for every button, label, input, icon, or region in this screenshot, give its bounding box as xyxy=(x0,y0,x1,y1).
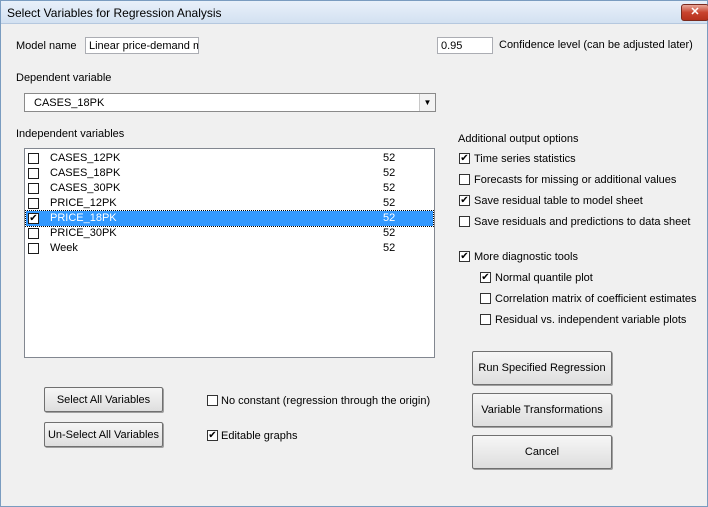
select-all-button[interactable]: Select All Variables xyxy=(44,387,163,412)
list-item[interactable]: PRICE_12PK 52 xyxy=(26,196,433,211)
residual-vs-independent-label: Residual vs. independent variable plots xyxy=(495,314,687,326)
forecasts-checkbox[interactable] xyxy=(459,174,470,185)
variable-transformations-button[interactable]: Variable Transformations xyxy=(472,393,612,427)
cancel-button[interactable]: Cancel xyxy=(472,435,612,469)
select-all-label: Select All Variables xyxy=(56,394,151,406)
time-series-checkbox[interactable]: ✔ xyxy=(459,153,470,164)
variable-name: PRICE_18PK xyxy=(50,212,117,224)
checkbox-icon[interactable] xyxy=(28,168,39,179)
confidence-level-input[interactable]: 0.95 xyxy=(437,37,493,54)
normal-quantile-checkbox[interactable]: ✔ xyxy=(480,272,491,283)
checkbox-icon[interactable] xyxy=(28,198,39,209)
variable-name: CASES_18PK xyxy=(50,167,121,179)
confidence-level-label: Confidence level (can be adjusted later) xyxy=(499,39,693,51)
time-series-label: Time series statistics xyxy=(474,153,576,165)
model-name-label: Model name xyxy=(16,40,77,52)
dialog-window: Select Variables for Regression Analysis… xyxy=(0,0,708,507)
run-regression-button[interactable]: Run Specified Regression xyxy=(472,351,612,385)
variable-count: 52 xyxy=(383,197,396,209)
cancel-label: Cancel xyxy=(524,446,560,458)
normal-quantile-label: Normal quantile plot xyxy=(495,272,593,284)
checkbox-icon[interactable] xyxy=(28,153,39,164)
variable-name: Week xyxy=(50,242,78,254)
independent-variables-label: Independent variables xyxy=(16,128,125,140)
more-diagnostics-label: More diagnostic tools xyxy=(474,251,578,263)
save-residual-table-label: Save residual table to model sheet xyxy=(474,195,643,207)
editable-graphs-label: Editable graphs xyxy=(221,430,298,442)
variable-count: 52 xyxy=(383,182,396,194)
checkbox-icon[interactable] xyxy=(28,228,39,239)
unselect-all-label: Un-Select All Variables xyxy=(47,429,160,441)
correlation-matrix-checkbox[interactable] xyxy=(480,293,491,304)
list-item[interactable]: CASES_18PK 52 xyxy=(26,166,433,181)
dependent-variable-dropdown[interactable]: CASES_18PK ▼ xyxy=(24,93,436,112)
variable-count: 52 xyxy=(383,212,396,224)
checkbox-icon[interactable] xyxy=(28,243,39,254)
forecasts-label: Forecasts for missing or additional valu… xyxy=(474,174,677,186)
variable-count: 52 xyxy=(383,227,396,239)
list-item-selected[interactable]: ✔ PRICE_18PK 52 xyxy=(25,210,434,227)
close-button[interactable]: ✕ xyxy=(681,4,708,21)
save-residuals-data-checkbox[interactable] xyxy=(459,216,470,227)
dependent-variable-label: Dependent variable xyxy=(16,72,112,84)
more-diagnostics-checkbox[interactable]: ✔ xyxy=(459,251,470,262)
window-title: Select Variables for Regression Analysis xyxy=(7,6,222,20)
dependent-variable-value: CASES_18PK xyxy=(34,97,105,109)
variable-transformations-label: Variable Transformations xyxy=(481,404,603,416)
checkbox-icon[interactable] xyxy=(28,183,39,194)
list-item[interactable]: CASES_30PK 52 xyxy=(26,181,433,196)
variable-name: CASES_30PK xyxy=(50,182,121,194)
list-item[interactable]: PRICE_30PK 52 xyxy=(26,226,433,241)
variable-count: 52 xyxy=(383,152,396,164)
variable-count: 52 xyxy=(383,242,396,254)
residual-vs-independent-checkbox[interactable] xyxy=(480,314,491,325)
list-item[interactable]: CASES_12PK 52 xyxy=(26,151,433,166)
list-item[interactable]: Week 52 xyxy=(26,241,433,256)
variable-name: CASES_12PK xyxy=(50,152,121,164)
no-constant-checkbox[interactable] xyxy=(207,395,218,406)
variable-name: PRICE_12PK xyxy=(50,197,117,209)
independent-variables-list[interactable]: CASES_12PK 52 CASES_18PK 52 CASES_30PK 5… xyxy=(24,148,435,358)
run-regression-label: Run Specified Regression xyxy=(478,362,606,374)
variable-count: 52 xyxy=(383,167,396,179)
model-name-input[interactable]: Linear price-demand mode xyxy=(85,37,199,54)
output-options-heading: Additional output options xyxy=(458,133,579,145)
no-constant-label: No constant (regression through the orig… xyxy=(221,395,431,407)
title-bar: Select Variables for Regression Analysis… xyxy=(1,1,708,24)
save-residual-table-checkbox[interactable]: ✔ xyxy=(459,195,470,206)
editable-graphs-checkbox[interactable]: ✔ xyxy=(207,430,218,441)
checkbox-icon[interactable]: ✔ xyxy=(28,213,39,224)
variable-name: PRICE_30PK xyxy=(50,227,117,239)
chevron-down-icon[interactable]: ▼ xyxy=(419,94,435,111)
save-residuals-data-label: Save residuals and predictions to data s… xyxy=(474,216,691,228)
unselect-all-button[interactable]: Un-Select All Variables xyxy=(44,422,163,447)
correlation-matrix-label: Correlation matrix of coefficient estima… xyxy=(495,293,697,305)
